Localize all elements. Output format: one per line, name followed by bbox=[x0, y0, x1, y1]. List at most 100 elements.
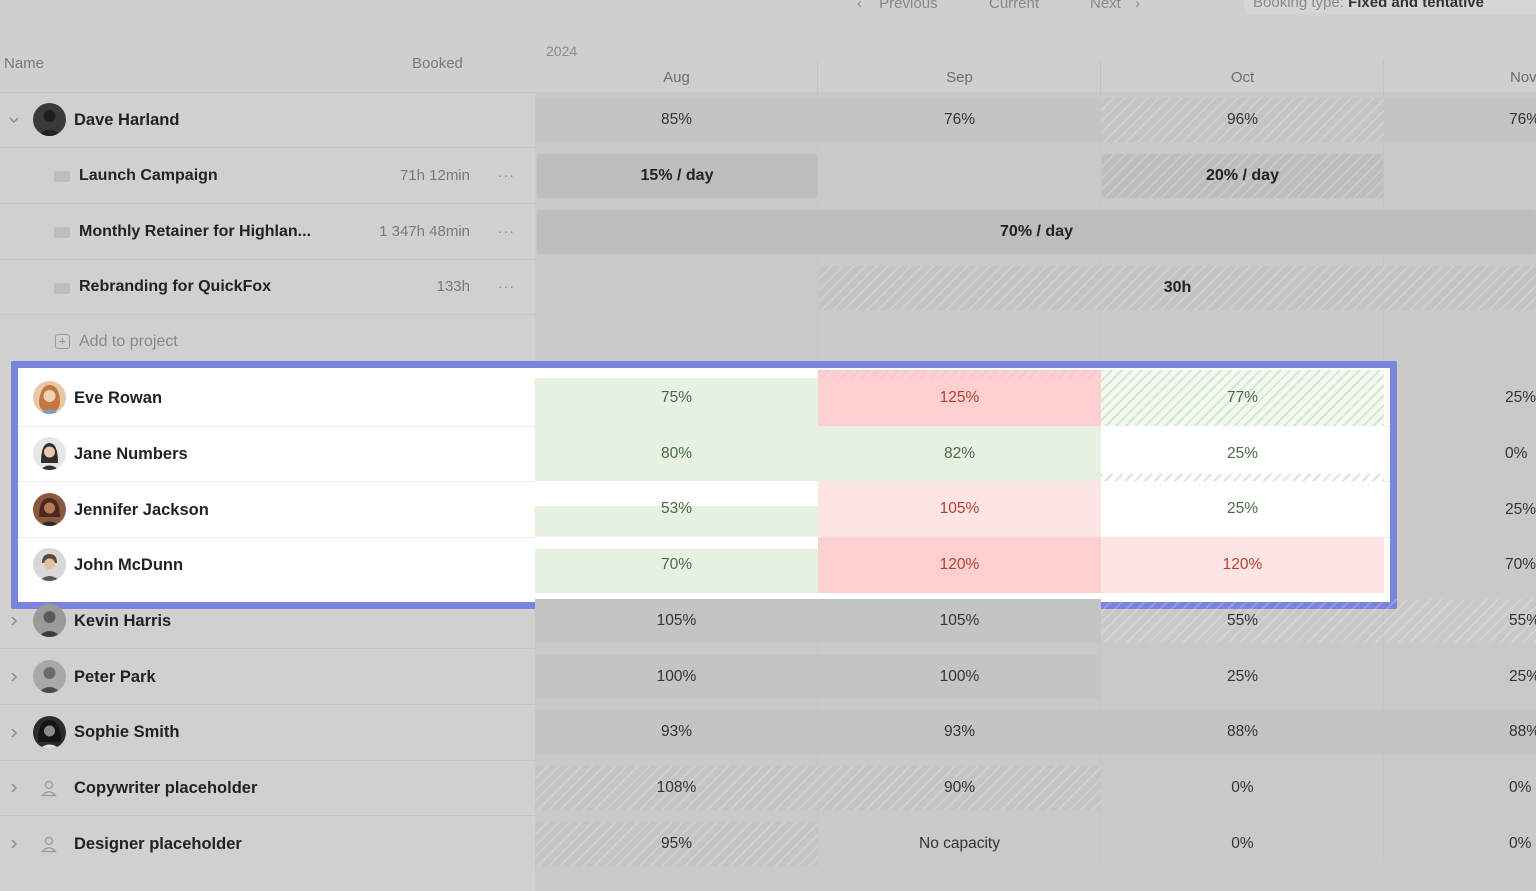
cell-nov: 55% bbox=[1384, 599, 1536, 643]
avatar-eve-rowan bbox=[33, 381, 66, 414]
booking-block[interactable]: 30h bbox=[819, 266, 1536, 310]
month-header-oct: Oct bbox=[1230, 69, 1255, 86]
next-label: Next bbox=[1090, 0, 1121, 12]
person-name[interactable]: Copywriter placeholder bbox=[74, 778, 257, 798]
chevron-right-icon[interactable] bbox=[8, 727, 20, 739]
more-icon[interactable]: ··· bbox=[498, 165, 515, 185]
booking-block[interactable]: 15% / day bbox=[537, 154, 817, 198]
cell-aug: 85% bbox=[535, 98, 818, 142]
add-to-project-button[interactable]: Add to project bbox=[79, 332, 178, 352]
cell-sep: 105% bbox=[818, 599, 1101, 643]
row-divider bbox=[0, 147, 535, 148]
previous-label: Previous bbox=[879, 0, 938, 12]
booking-type-label: Booking type: bbox=[1253, 0, 1344, 11]
cell-nov: 0% bbox=[1509, 779, 1532, 796]
booking-type-select[interactable]: Booking type: Fixed and tentative bbox=[1244, 0, 1536, 14]
avatar-peter-park bbox=[33, 660, 66, 693]
cell-aug: 53% bbox=[535, 481, 818, 537]
month-header-sep: Sep bbox=[946, 69, 973, 86]
cell-sep: 120% bbox=[818, 537, 1101, 593]
project-name[interactable]: Rebranding for QuickFox bbox=[79, 277, 271, 297]
avatar-kevin-harris bbox=[33, 604, 66, 637]
cell-aug: 93% bbox=[535, 710, 818, 754]
cell-aug: 108% bbox=[535, 766, 818, 810]
cell-nov: 25% bbox=[1505, 501, 1536, 518]
cell-sep: 105% bbox=[818, 481, 1101, 537]
add-icon[interactable] bbox=[55, 334, 70, 349]
person-name[interactable]: Jennifer Jackson bbox=[74, 500, 209, 520]
highlighted-rows-panel: Eve Rowan 75% 125% 77% Jane Numbers 80% … bbox=[11, 361, 1397, 609]
project-hours: 133h bbox=[436, 278, 470, 295]
year-label: 2024 bbox=[546, 43, 578, 59]
cell-aug: 100% bbox=[535, 655, 818, 699]
cell-aug: 80% bbox=[535, 426, 818, 482]
project-name[interactable]: Monthly Retainer for Highlan... bbox=[79, 222, 311, 242]
booked-column-header[interactable]: Booked bbox=[412, 55, 463, 72]
folder-icon bbox=[54, 227, 70, 238]
more-icon[interactable]: ··· bbox=[498, 221, 515, 241]
person-name[interactable]: Designer placeholder bbox=[74, 834, 242, 854]
avatar-sophie-smith bbox=[33, 716, 66, 749]
cell-oct: 0% bbox=[1231, 835, 1254, 852]
avatar-jennifer-jackson bbox=[33, 493, 66, 526]
cell-oct: 96% bbox=[1101, 98, 1384, 142]
person-name[interactable]: Kevin Harris bbox=[74, 611, 171, 631]
row-divider bbox=[0, 760, 535, 761]
cell-sep: 76% bbox=[818, 98, 1101, 142]
cell-oct: 0% bbox=[1231, 779, 1254, 796]
chevron-right-icon[interactable] bbox=[8, 782, 20, 794]
cell-aug: 95% bbox=[535, 822, 818, 866]
project-hours: 71h 12min bbox=[399, 167, 470, 184]
current-button[interactable]: Current bbox=[989, 0, 1039, 14]
cell-sep: 93% bbox=[818, 710, 1101, 754]
cell-nov: 88% bbox=[1384, 710, 1536, 754]
cell-nov: 25% bbox=[1505, 389, 1536, 406]
more-icon[interactable]: ··· bbox=[498, 276, 515, 296]
booking-type-value: Fixed and tentative bbox=[1348, 0, 1484, 11]
cell-sep: 100% bbox=[818, 655, 1101, 699]
folder-icon bbox=[54, 171, 70, 182]
cell-oct: 120% bbox=[1101, 537, 1384, 593]
booking-block[interactable]: 20% / day bbox=[1102, 154, 1383, 198]
cell-oct: 25% bbox=[1226, 668, 1259, 685]
chevron-left-icon: ‹ bbox=[857, 0, 862, 12]
chevron-right-icon[interactable] bbox=[8, 671, 20, 683]
cell-aug: 105% bbox=[535, 599, 818, 643]
name-column-header[interactable]: Name bbox=[4, 55, 44, 72]
avatar-jane-numbers bbox=[33, 437, 66, 470]
cell-nov: 25% bbox=[1509, 668, 1536, 685]
cell-aug: 75% bbox=[535, 370, 818, 426]
previous-button[interactable]: ‹ Previous bbox=[857, 0, 938, 14]
project-name[interactable]: Launch Campaign bbox=[79, 166, 218, 186]
person-name[interactable]: John McDunn bbox=[74, 555, 183, 575]
cell-aug: 70% bbox=[535, 537, 818, 593]
person-name[interactable]: Sophie Smith bbox=[74, 722, 179, 742]
person-placeholder-icon bbox=[41, 836, 57, 853]
chevron-down-icon[interactable] bbox=[8, 114, 20, 126]
cell-oct: 25% bbox=[1101, 426, 1384, 482]
person-name[interactable]: Eve Rowan bbox=[74, 388, 162, 408]
person-name[interactable]: Jane Numbers bbox=[74, 444, 188, 464]
person-name[interactable]: Peter Park bbox=[74, 667, 156, 687]
avatar-dave-harland bbox=[33, 103, 66, 136]
chevron-right-icon: › bbox=[1135, 0, 1141, 12]
cell-oct: 25% bbox=[1101, 481, 1384, 537]
cell-nov: 76% bbox=[1384, 98, 1536, 142]
row-divider bbox=[0, 203, 535, 204]
row-divider bbox=[0, 815, 535, 816]
cell-oct: 55% bbox=[1101, 599, 1384, 643]
chevron-right-icon[interactable] bbox=[8, 838, 20, 850]
chevron-right-icon[interactable] bbox=[8, 615, 20, 627]
cell-sep: No capacity bbox=[919, 835, 1000, 852]
folder-icon bbox=[54, 283, 70, 294]
next-button[interactable]: Next › bbox=[1090, 0, 1140, 14]
project-hours: 1 347h 48min bbox=[379, 223, 470, 240]
cell-nov: 0% bbox=[1509, 835, 1532, 852]
person-placeholder-icon bbox=[41, 780, 57, 797]
cell-oct: 88% bbox=[1101, 710, 1384, 754]
person-name[interactable]: Dave Harland bbox=[74, 110, 179, 130]
cell-sep: 82% bbox=[818, 426, 1101, 482]
cell-oct: 77% bbox=[1101, 370, 1384, 426]
booking-block[interactable]: 70% / day bbox=[537, 210, 1536, 254]
cell-nov: 70% bbox=[1505, 556, 1536, 573]
